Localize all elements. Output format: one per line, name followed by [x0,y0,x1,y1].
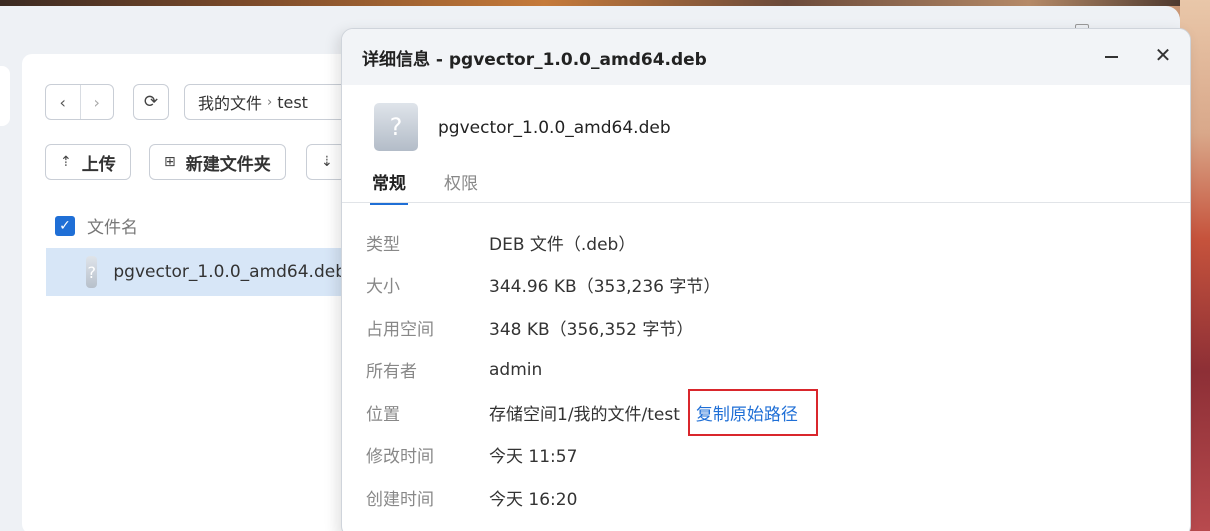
tabs-divider [342,202,1190,203]
details-dialog: 详细信息 - pgvector_1.0.0_amd64.deb ✕ ? pgve… [341,28,1191,531]
back-button[interactable]: ‹ [46,85,80,119]
prop-label: 大小 [366,277,400,298]
breadcrumb-current[interactable]: test [277,93,308,112]
refresh-button[interactable]: ⟳ [133,84,169,120]
prop-row-location: 位置 存储空间1/我的文件/test 复制原始路径 [366,388,1166,436]
minimize-button[interactable] [1099,45,1123,69]
dialog-titlebar: 详细信息 - pgvector_1.0.0_amd64.deb ✕ [342,29,1190,85]
prop-value: 今天 16:20 [489,489,578,510]
column-name-header[interactable]: 文件名 [87,213,138,238]
breadcrumb-separator: › [267,94,273,110]
upload-label: 上传 [81,154,116,175]
prop-value: 344.96 KB（353,236 字节） [489,277,721,298]
close-button[interactable]: ✕ [1151,43,1175,67]
new-folder-label: 新建文件夹 [185,154,271,175]
prop-label: 位置 [366,404,400,425]
minimize-icon [1104,56,1118,58]
chevron-right-icon: › [93,92,100,112]
tab-permissions[interactable]: 权限 [442,169,480,205]
prop-row-modified: 修改时间 今天 11:57 [366,434,1166,477]
upload-icon: ⇡ [60,154,72,170]
prop-value: 348 KB（356,352 字节） [489,319,694,340]
list-header: ✓ 文件名 [55,213,138,238]
forward-button[interactable]: › [79,85,114,119]
prop-value: admin [489,359,543,380]
dialog-file-name: pgvector_1.0.0_amd64.deb [438,118,671,138]
copy-path-link[interactable]: 复制原始路径 [687,388,818,436]
close-icon: ✕ [1154,43,1172,67]
upload-button[interactable]: ⇡ 上传 [45,144,131,180]
history-nav: ‹ › [45,84,114,120]
prop-label: 创建时间 [366,489,434,510]
download-icon: ⇣ [321,154,333,170]
breadcrumb: 我的文件 › test [184,84,354,120]
table-row[interactable]: ? pgvector_1.0.0_amd64.deb [46,248,346,296]
new-folder-button[interactable]: ⊞ 新建文件夹 [149,144,286,180]
tab-general[interactable]: 常规 [370,169,408,205]
prop-value: DEB 文件（.deb） [489,234,636,255]
prop-row-size: 大小 344.96 KB（353,236 字节） [366,264,1166,307]
prop-row-owner: 所有者 admin [366,349,1166,392]
prop-value-location: 存储空间1/我的文件/test 复制原始路径 [489,388,818,436]
new-folder-icon: ⊞ [164,154,176,170]
prop-label: 所有者 [366,362,417,383]
breadcrumb-root[interactable]: 我的文件 [198,90,262,114]
sidebar-edge [0,66,10,126]
prop-label: 修改时间 [366,447,434,468]
prop-row-created: 创建时间 今天 16:20 [366,476,1166,519]
properties-list: 类型 DEB 文件（.deb） 大小 344.96 KB（353,236 字节）… [366,221,1166,519]
dialog-tabs: 常规 权限 [370,169,480,205]
prop-label: 类型 [366,234,400,255]
prop-value: 今天 11:57 [489,447,578,468]
location-path: 存储空间1/我的文件/test [489,404,680,425]
chevron-left-icon: ‹ [59,92,66,112]
dialog-title: 详细信息 - pgvector_1.0.0_amd64.deb [362,49,707,70]
prop-row-disk-usage: 占用空间 348 KB（356,352 字节） [366,306,1166,349]
select-all-checkbox[interactable]: ✓ [55,215,75,236]
file-name: pgvector_1.0.0_amd64.deb [113,262,346,282]
unknown-file-icon: ? [374,103,418,151]
download-button[interactable]: ⇣ [306,144,346,180]
prop-row-type: 类型 DEB 文件（.deb） [366,221,1166,264]
unknown-file-icon: ? [86,256,98,288]
file-summary: ? pgvector_1.0.0_amd64.deb [374,103,671,151]
refresh-icon: ⟳ [143,92,159,112]
prop-label: 占用空间 [366,319,434,340]
